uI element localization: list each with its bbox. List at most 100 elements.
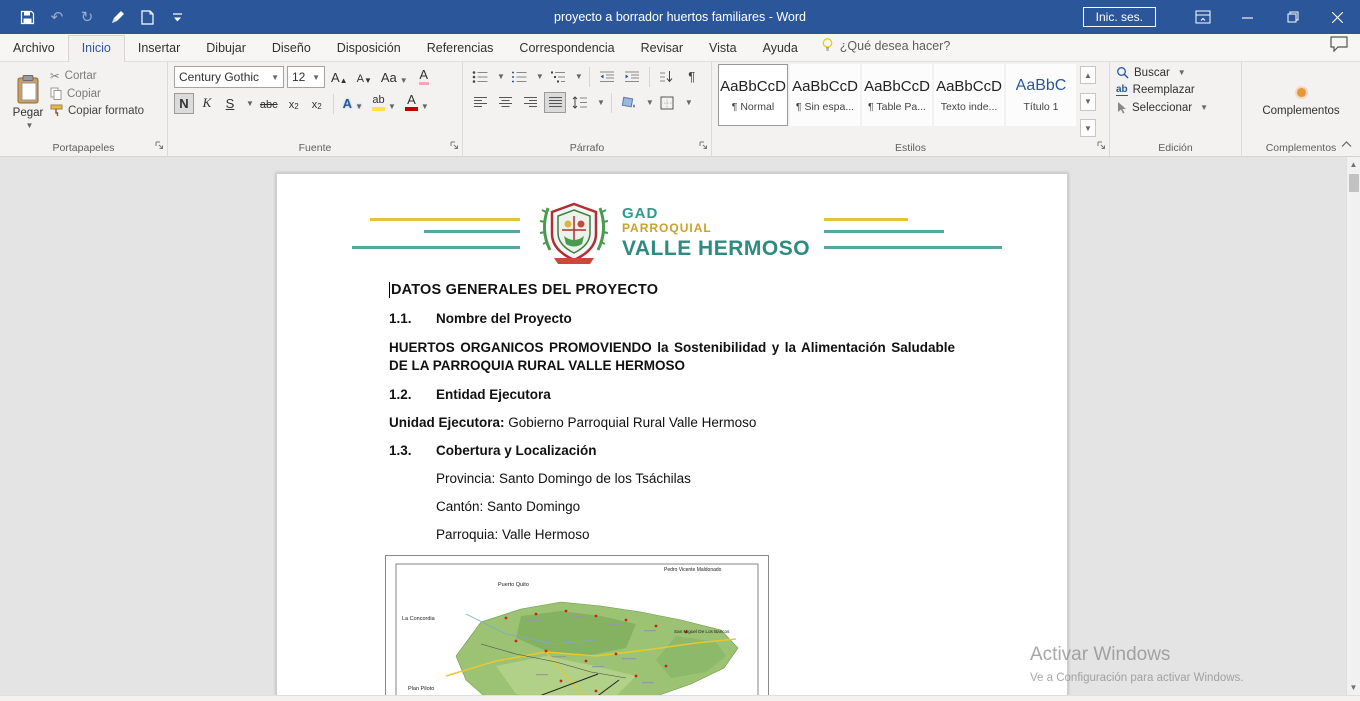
redo-icon[interactable]: ↻: [72, 0, 102, 34]
font-color-button[interactable]: A▼: [402, 93, 432, 114]
maximize-restore-button[interactable]: [1270, 0, 1315, 34]
change-case-button[interactable]: Aa▼: [378, 67, 411, 88]
style-texto-independiente[interactable]: AaBbCcD Texto inde...: [934, 64, 1004, 126]
find-button[interactable]: Buscar ▼: [1116, 66, 1235, 79]
sign-in-button[interactable]: Inic. ses.: [1083, 7, 1156, 27]
chevron-down-icon[interactable]: ▼: [685, 98, 693, 107]
tell-me-box[interactable]: ¿Qué desea hacer?: [811, 32, 961, 61]
tab-inicio[interactable]: Inicio: [68, 35, 125, 62]
collapse-ribbon-icon[interactable]: [1341, 135, 1352, 153]
canton-line[interactable]: Cantón: Santo Domingo: [436, 499, 955, 514]
styles-scroll-up[interactable]: ▲: [1080, 66, 1096, 84]
ink-pen-icon[interactable]: [102, 0, 132, 34]
scroll-up-icon[interactable]: ▲: [1347, 157, 1360, 172]
style-table-paragraph[interactable]: AaBbCcD ¶ Table Pa...: [862, 64, 932, 126]
dialog-launcher-icon[interactable]: [449, 140, 459, 153]
shrink-font-button[interactable]: A▼: [354, 67, 375, 88]
scroll-down-icon[interactable]: ▼: [1347, 680, 1360, 695]
format-painter-button[interactable]: Copiar formato: [50, 104, 144, 117]
numbering-button[interactable]: [508, 66, 530, 87]
chevron-down-icon[interactable]: ▼: [646, 98, 654, 107]
align-center-button[interactable]: [494, 92, 516, 113]
tab-correspondencia[interactable]: Correspondencia: [506, 36, 627, 61]
customize-qat-icon[interactable]: [162, 0, 192, 34]
tab-vista[interactable]: Vista: [696, 36, 750, 61]
paste-button[interactable]: Pegar ▼: [6, 66, 50, 139]
section-1-2[interactable]: 1.2. Entidad Ejecutora: [389, 387, 955, 402]
copy-button[interactable]: Copiar: [50, 87, 144, 100]
chevron-down-icon[interactable]: ▼: [575, 72, 583, 81]
comment-icon[interactable]: [1330, 36, 1348, 57]
underline-button[interactable]: S: [220, 93, 240, 114]
subscript-button[interactable]: x2: [284, 93, 304, 114]
shading-button[interactable]: [618, 92, 640, 113]
minimize-button[interactable]: [1225, 0, 1270, 34]
tab-diseno[interactable]: Diseño: [259, 36, 324, 61]
bullets-button[interactable]: [469, 66, 491, 87]
close-button[interactable]: [1315, 0, 1360, 34]
decrease-indent-button[interactable]: [596, 66, 618, 87]
tab-referencias[interactable]: Referencias: [414, 36, 507, 61]
tab-insertar[interactable]: Insertar: [125, 36, 193, 61]
replace-button[interactable]: ab Reemplazar: [1116, 84, 1235, 96]
select-button[interactable]: Seleccionar ▼: [1116, 101, 1235, 114]
complementos-button[interactable]: Complementos: [1248, 66, 1354, 139]
titlebar: ↶ ↻ proyecto a borrador huertos familiar…: [0, 0, 1360, 34]
style-sin-espaciado[interactable]: AaBbCcD ¶ Sin espa...: [790, 64, 860, 126]
bold-button[interactable]: N: [174, 93, 194, 114]
doc-heading[interactable]: DATOS GENERALES DEL PROYECTO: [389, 282, 955, 298]
highlight-color-button[interactable]: ab▼: [369, 93, 399, 114]
text-effects-button[interactable]: A▼: [340, 93, 366, 114]
font-name-combo[interactable]: Century Gothic ▼: [174, 66, 284, 88]
chevron-down-icon[interactable]: ▼: [246, 99, 254, 108]
tab-disposicion[interactable]: Disposición: [324, 36, 414, 61]
styles-gallery-more[interactable]: ▼: [1080, 119, 1096, 137]
scrollbar-thumb[interactable]: [1349, 174, 1359, 192]
multilevel-list-button[interactable]: [547, 66, 569, 87]
tab-ayuda[interactable]: Ayuda: [750, 36, 811, 61]
executing-entity-paragraph[interactable]: Unidad Ejecutora: Gobierno Parroquial Ru…: [389, 415, 955, 430]
section-1-3[interactable]: 1.3. Cobertura y Localización: [389, 443, 955, 458]
italic-button[interactable]: K: [197, 93, 217, 114]
cut-button[interactable]: ✂ Cortar: [50, 69, 144, 83]
chevron-down-icon[interactable]: ▼: [536, 72, 544, 81]
increase-indent-button[interactable]: [621, 66, 643, 87]
provincia-line[interactable]: Provincia: Santo Domingo de los Tsáchila…: [436, 471, 955, 486]
document-page[interactable]: GAD PARROQUIAL VALLE HERMOSO DATOS GENER…: [276, 173, 1068, 695]
styles-scroll-down[interactable]: ▼: [1080, 93, 1096, 111]
vertical-scrollbar[interactable]: ▲ ▼: [1346, 157, 1360, 695]
new-document-icon[interactable]: [132, 0, 162, 34]
style-titulo-1[interactable]: AaBbC Título 1: [1006, 64, 1076, 126]
map-image[interactable]: Puerto Quito Pedro Vicente Maldonado La …: [385, 555, 769, 695]
section-1-1[interactable]: 1.1. Nombre del Proyecto: [389, 311, 955, 326]
borders-button[interactable]: [657, 92, 679, 113]
clear-formatting-button[interactable]: A: [414, 67, 434, 88]
line-spacing-button[interactable]: [569, 92, 591, 113]
tab-dibujar[interactable]: Dibujar: [193, 36, 259, 61]
undo-icon[interactable]: ↶: [42, 0, 72, 34]
chevron-down-icon: ▼: [1200, 103, 1208, 112]
chevron-down-icon[interactable]: ▼: [597, 98, 605, 107]
save-icon[interactable]: [12, 0, 42, 34]
tab-revisar[interactable]: Revisar: [628, 36, 696, 61]
align-right-button[interactable]: [519, 92, 541, 113]
project-name-paragraph[interactable]: HUERTOS ORGANICOS PROMOVIENDO la Sosteni…: [389, 339, 955, 375]
justify-button[interactable]: [544, 92, 566, 113]
dialog-launcher-icon[interactable]: [154, 140, 164, 153]
chevron-down-icon[interactable]: ▼: [497, 72, 505, 81]
show-paragraph-marks-button[interactable]: ¶: [681, 66, 703, 87]
tab-archivo[interactable]: Archivo: [0, 36, 68, 61]
font-size-combo[interactable]: 12 ▼: [287, 66, 325, 88]
superscript-button[interactable]: x2: [307, 93, 327, 114]
dialog-launcher-icon[interactable]: [1096, 140, 1106, 153]
strikethrough-button[interactable]: abc: [257, 93, 281, 114]
dialog-launcher-icon[interactable]: [698, 140, 708, 153]
quick-access-toolbar: ↶ ↻: [0, 0, 192, 34]
align-left-button[interactable]: [469, 92, 491, 113]
sort-button[interactable]: [656, 66, 678, 87]
ribbon-display-options-icon[interactable]: [1180, 0, 1225, 34]
grow-font-button[interactable]: A▲: [328, 67, 351, 88]
parroquia-line[interactable]: Parroquia: Valle Hermoso: [436, 527, 955, 542]
group-label-parrafo: Párrafo: [570, 142, 604, 154]
style-normal[interactable]: AaBbCcD ¶ Normal: [718, 64, 788, 126]
